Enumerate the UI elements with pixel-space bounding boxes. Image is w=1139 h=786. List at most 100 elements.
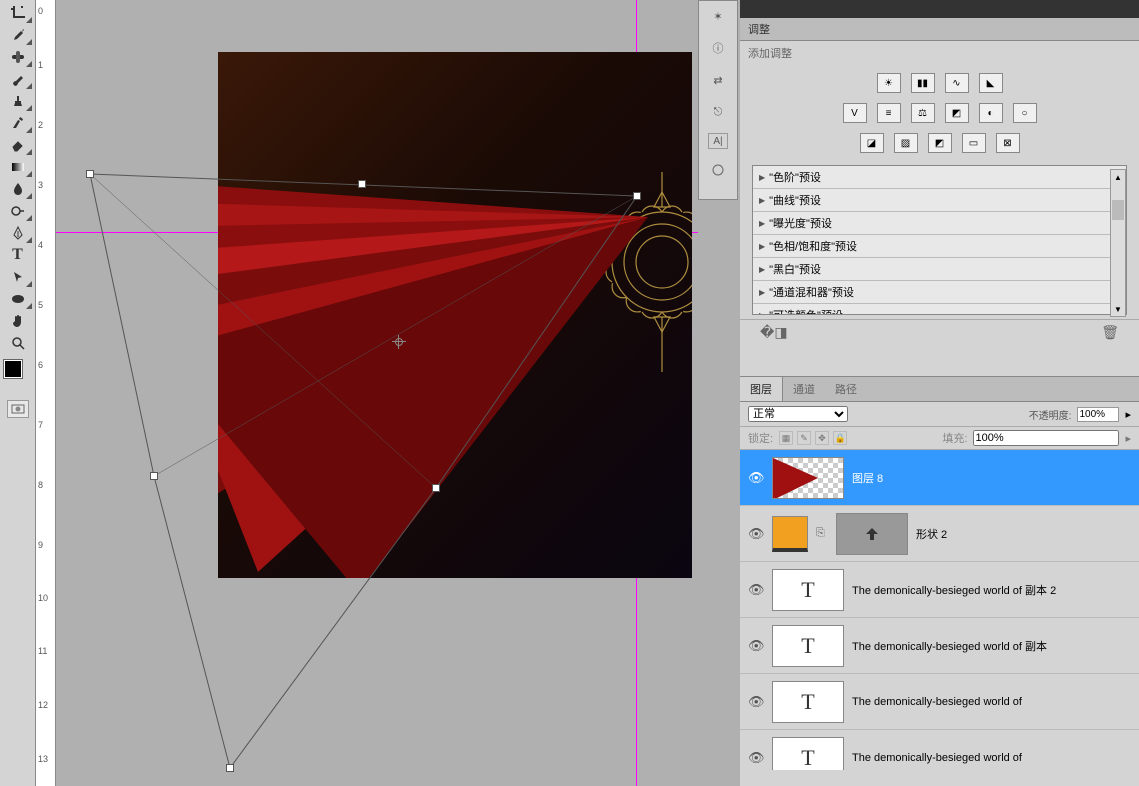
selective-color-icon[interactable]: ⊠ [996,133,1020,153]
eraser-tool[interactable] [3,134,33,156]
black-white-icon[interactable]: ◩ [945,103,969,123]
vibrance-icon[interactable]: V [843,103,867,123]
opacity-input[interactable] [1077,407,1119,422]
adjustments-icon[interactable]: ⇄ [707,69,729,91]
tab-channels[interactable]: 通道 [783,377,825,401]
gradient-tool[interactable] [3,156,33,178]
lock-position-icon[interactable]: ✥ [815,431,829,445]
tab-layers[interactable]: 图层 [740,377,783,401]
layer-name[interactable]: The demonically-besieged world of 副本 2 [852,582,1131,598]
pen-tool[interactable] [3,222,33,244]
healing-brush-tool[interactable] [3,46,33,68]
preset-item[interactable]: "黑白"预设 [753,258,1126,281]
hand-tool[interactable] [3,310,33,332]
tab-paths[interactable]: 路径 [825,377,867,401]
zoom-tool[interactable] [3,332,33,354]
layer-row[interactable]: 👁 T The demonically-besieged world of 副本… [740,562,1139,618]
hue-sat-icon[interactable]: ≡ [877,103,901,123]
layer-row[interactable]: 👁 ⎘ 形状 2 [740,506,1139,562]
quick-mask-toggle[interactable] [7,400,29,418]
layer-row[interactable]: 👁 T The demonically-besieged world of [740,730,1139,770]
brightness-contrast-icon[interactable]: ☀ [877,73,901,93]
character-icon[interactable]: A| [708,133,728,149]
text-layer-thumbnail[interactable]: T [772,681,844,723]
info-icon[interactable]: ⓘ [707,37,729,59]
layer-row[interactable]: 👁 T The demonically-besieged world of 副本 [740,618,1139,674]
scroll-up-icon[interactable]: ▲ [1111,170,1125,184]
layer-row[interactable]: 👁 图层 8 [740,450,1139,506]
fill-input[interactable] [973,430,1119,446]
fill-dropdown-icon[interactable]: ▸ [1125,432,1131,445]
levels-icon[interactable]: ▮▮ [911,73,935,93]
text-layer-thumbnail[interactable]: T [772,569,844,611]
type-tool[interactable]: T [3,244,33,266]
visibility-icon[interactable]: 👁 [748,526,764,542]
threshold-icon[interactable]: ◩ [928,133,952,153]
layer-name[interactable]: 图层 8 [852,470,1131,486]
trash-icon[interactable]: 🗑 [1101,324,1119,341]
history-brush-tool[interactable] [3,112,33,134]
lock-transparency-icon[interactable]: ▦ [779,431,793,445]
layer-name[interactable]: The demonically-besieged world of [852,752,1131,764]
crop-tool[interactable] [3,2,33,24]
color-swatches[interactable] [4,360,32,388]
shape-tool[interactable] [3,288,33,310]
blur-tool[interactable] [3,178,33,200]
visibility-icon[interactable]: 👁 [748,582,764,598]
photo-filter-icon[interactable]: ◐ [979,103,1003,123]
preset-item[interactable]: "色相/饱和度"预设 [753,235,1126,258]
foreground-color[interactable] [4,360,22,378]
blend-mode-select[interactable]: 正常 [748,406,848,422]
layer-name[interactable]: The demonically-besieged world of 副本 [852,638,1131,654]
visibility-icon[interactable]: 👁 [748,638,764,654]
dodge-tool[interactable] [3,200,33,222]
text-layer-thumbnail[interactable]: T [772,625,844,667]
link-icon[interactable]: ⎘ [816,527,828,540]
transform-handle[interactable] [226,764,234,772]
vector-mask-thumbnail[interactable] [836,513,908,555]
fill-thumbnail[interactable] [772,516,808,552]
invert-icon[interactable]: ◪ [860,133,884,153]
preset-item[interactable]: "曝光度"预设 [753,212,1126,235]
preset-item[interactable]: "通道混和器"预设 [753,281,1126,304]
transform-handle[interactable] [150,472,158,480]
visibility-icon[interactable]: 👁 [748,470,764,486]
transform-pivot[interactable] [392,335,406,349]
layer-row[interactable]: 👁 T The demonically-besieged world of [740,674,1139,730]
layer-name[interactable]: 形状 2 [916,526,1131,542]
masks-icon[interactable]: ⎋ [707,101,729,123]
lock-pixels-icon[interactable]: ✎ [797,431,811,445]
clone-stamp-tool[interactable] [3,90,33,112]
exposure-icon[interactable]: ◣ [979,73,1003,93]
preset-item[interactable]: "曲线"预设 [753,189,1126,212]
opacity-dropdown-icon[interactable]: ▸ [1125,408,1131,421]
color-balance-icon[interactable]: ⚖ [911,103,935,123]
paragraph-icon[interactable] [707,159,729,181]
gradient-map-icon[interactable]: ▭ [962,133,986,153]
channel-mixer-icon[interactable]: ○ [1013,103,1037,123]
brush-tool[interactable] [3,68,33,90]
expand-icon[interactable]: �◨ [760,324,788,341]
transform-handle[interactable] [432,484,440,492]
transform-handle[interactable] [633,192,641,200]
preset-item[interactable]: "可选颜色"预设 [753,304,1126,315]
eyedropper-tool[interactable] [3,24,33,46]
text-layer-thumbnail[interactable]: T [772,737,844,771]
transform-handle[interactable] [358,180,366,188]
lock-all-icon[interactable]: 🔒 [833,431,847,445]
curves-icon[interactable]: ∿ [945,73,969,93]
scroll-down-icon[interactable]: ▼ [1111,302,1125,316]
preset-item[interactable]: "色阶"预设 [753,166,1126,189]
canvas-area[interactable] [56,0,698,786]
scroll-thumb[interactable] [1112,200,1124,220]
adjustments-tab[interactable]: 调整 [740,18,1139,41]
path-selection-tool[interactable] [3,266,33,288]
posterize-icon[interactable]: ▨ [894,133,918,153]
visibility-icon[interactable]: 👁 [748,750,764,766]
visibility-icon[interactable]: 👁 [748,694,764,710]
layer-name[interactable]: The demonically-besieged world of [852,696,1131,708]
histogram-icon[interactable]: ✶ [707,5,729,27]
preset-scrollbar[interactable]: ▲ ▼ [1110,169,1126,317]
layer-thumbnail[interactable] [772,457,844,499]
transform-handle[interactable] [86,170,94,178]
